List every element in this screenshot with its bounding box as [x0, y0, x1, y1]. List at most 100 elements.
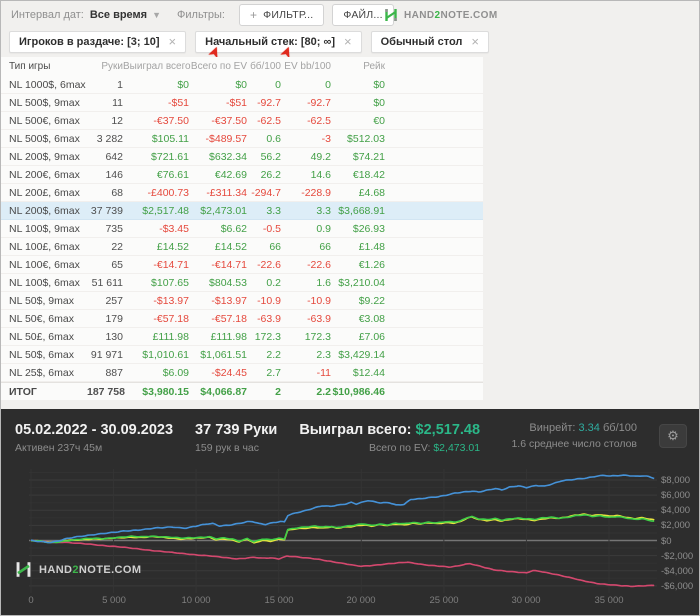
winnings-block: Выиграл всего: $2,517.48 Всего по EV: $2…: [299, 422, 480, 454]
table-cell: $6.09: [162, 366, 189, 379]
winnings-chart: $8,000 $6,000 $4,000 $2,000 $0 -$2,000 -$4,000…: [1, 469, 699, 593]
filter-chip[interactable]: Игроков в раздаче: [3; 10] ×: [9, 31, 187, 53]
table-row[interactable]: NL 200£, 6max 68 -£400.73 -£311.34 -294.7 -22…: [1, 184, 483, 202]
table-cell: 26.2: [260, 168, 281, 181]
table-cell: 0: [325, 78, 331, 91]
table-cell: -92.7: [257, 96, 281, 109]
table-row[interactable]: NL 100£, 6max 22 £14.52 £14.52 66 66 £1.48: [1, 238, 483, 256]
filter-chip-label: Обычный стол: [380, 36, 463, 48]
table-row[interactable]: NL 200$, 6max 37 739 $2,517.48 $2,473.01 3.3…: [1, 202, 483, 220]
table-row[interactable]: NL 25$, 6max 887 $6.09 -$24.45 2.7 -11 $12.44: [1, 364, 483, 382]
session-summary-panel: 05.02.2022 - 30.09.2023 Активен 237ч 45м…: [1, 409, 699, 615]
table-row[interactable]: NL 200€, 6max 146 €76.61 €42.69 26.2 14.6 €18.…: [1, 166, 483, 184]
hand2note-watermark-icon: [16, 562, 31, 577]
table-cell: -$13.97: [153, 294, 189, 307]
x-axis-tick-label: 30 000: [511, 595, 541, 606]
summary-winrate-value: 3.34: [578, 422, 600, 434]
table-cell: -£311.34: [206, 186, 247, 199]
table-cell: -0.5: [262, 222, 281, 235]
table-row[interactable]: NL 100€, 6max 65 -€14.71 -€14.71 -22.6 -22.6 €…: [1, 256, 483, 274]
table-cell: 65: [111, 258, 123, 271]
table-cell: £111.98: [152, 330, 189, 343]
table-cell: -€57.18: [211, 312, 247, 325]
table-cell: $10,986.46: [332, 385, 385, 398]
table-cell: 66: [269, 240, 281, 253]
table-cell: -€37.50: [153, 114, 189, 127]
table-cell: $2,517.48: [142, 204, 189, 217]
app-window: Интервал дат: Все время ▼ Фильтры: + ФИЛ…: [0, 0, 700, 616]
table-cell: 735: [105, 222, 123, 235]
table-cell: 0.6: [266, 132, 281, 145]
chart-settings-button[interactable]: ⚙: [659, 424, 687, 448]
table-cell: 2.7: [266, 366, 281, 379]
summary-hands: 37 739 Руки: [195, 422, 278, 438]
table-cell: $0: [177, 78, 189, 91]
table-cell: 2.2: [316, 385, 331, 398]
table-cell: 642: [105, 150, 123, 163]
table-cell: NL 1000$, 6max: [9, 78, 86, 91]
table-cell: NL 50$, 9max: [9, 294, 74, 307]
summary-hands-per-hour: 159 рук в час: [195, 442, 260, 454]
table-cell: -228.9: [301, 186, 331, 199]
table-cell: $9.22: [358, 294, 385, 307]
table-cell: 22: [111, 240, 123, 253]
date-range-value: Все время: [89, 9, 148, 21]
table-row[interactable]: NL 500$, 6max 3 282 $105.11 -$489.57 0.6 -3 $5…: [1, 130, 483, 148]
game-stats-table: Тип игры Руки Выиграл всего Всего по EV бб/1…: [1, 57, 483, 400]
table-row[interactable]: NL 1000$, 6max 1 $0 $0 0 0 $0: [1, 76, 483, 94]
table-row[interactable]: NL 200$, 9max 642 $721.61 $632.34 56.2 49.2 $7…: [1, 148, 483, 166]
table-cell: -92.7: [307, 96, 331, 109]
add-filter-button[interactable]: + ФИЛЬТР...: [238, 4, 325, 26]
winrate-block: Винрейт: 3.34 бб/100 1.6 среднее число с…: [511, 422, 637, 450]
table-row[interactable]: NL 100$, 6max 51 611 $107.65 $804.53 0.2 1.6 $…: [1, 274, 483, 292]
table-cell: $721.61: [151, 150, 189, 163]
file-button-label: ФАЙЛ...: [343, 9, 383, 21]
table-cell: NL 100£, 6max: [9, 240, 80, 253]
table-row[interactable]: NL 50£, 6max 130 £111.98 £111.98 172.3 172.3 £…: [1, 328, 483, 346]
table-cell: 66: [319, 240, 331, 253]
date-range-select[interactable]: Все время ▼: [90, 9, 161, 21]
table-cell: -$13.97: [211, 294, 247, 307]
watermark-text: HAND2NOTE.COM: [39, 563, 142, 576]
date-range-block: 05.02.2022 - 30.09.2023 Активен 237ч 45м: [15, 422, 173, 454]
chip-close-icon[interactable]: ×: [471, 35, 479, 48]
column-header: EV bb/100: [284, 61, 331, 72]
table-cell: 2.3: [316, 348, 331, 361]
table-cell: 1: [117, 78, 123, 91]
table-row[interactable]: NL 500$, 9max 11 -$51 -$51 -92.7 -92.7 $0: [1, 94, 483, 112]
x-axis-tick-label: 20 000: [346, 595, 376, 606]
table-cell: €1.26: [358, 258, 385, 271]
table-row[interactable]: NL 50$, 9max 257 -$13.97 -$13.97 -10.9 -10.9 $…: [1, 292, 483, 310]
x-axis-tick-label: 35 000: [594, 595, 624, 606]
table-cell: NL 200€, 6max: [9, 168, 80, 181]
table-cell: NL 500$, 6max: [9, 132, 80, 145]
table-cell: $0: [235, 78, 247, 91]
y-axis-tick-label: $2,000: [661, 520, 691, 531]
table-cell: 68: [111, 186, 123, 199]
table-row[interactable]: NL 50$, 6max 91 971 $1,010.61 $1,061.51 2.2 2…: [1, 346, 483, 364]
y-axis-tick-label: -$6,000: [661, 581, 694, 592]
table-cell: 3.3: [266, 204, 281, 217]
table-row[interactable]: NL 500€, 6max 12 -€37.50 -€37.50 -62.5 -62.5 €…: [1, 112, 483, 130]
chevron-down-icon: ▼: [152, 10, 162, 20]
table-cell: 179: [105, 312, 123, 325]
table-cell: $1,061.51: [200, 348, 247, 361]
filter-chip[interactable]: Обычный стол ×: [370, 31, 489, 53]
gear-icon: ⚙: [667, 428, 679, 443]
table-cell: NL 50$, 6max: [9, 348, 74, 361]
table-cell: -$51: [167, 96, 189, 109]
table-cell: -$51: [225, 96, 247, 109]
table-row[interactable]: NL 100$, 9max 735 -$3.45 $6.62 -0.5 0.9 $26.93: [1, 220, 483, 238]
chip-close-icon[interactable]: ×: [169, 35, 177, 48]
chip-close-icon[interactable]: ×: [344, 35, 352, 48]
table-cell: 130: [105, 330, 123, 343]
table-header-row: Тип игры Руки Выиграл всего Всего по EV бб/1…: [1, 57, 483, 76]
column-header: Руки: [101, 61, 123, 72]
summary-ev-line: Всего по EV: $2,473.01: [368, 442, 481, 454]
y-axis-tick-label: $8,000: [661, 475, 691, 486]
table-row[interactable]: NL 50€, 6max 179 -€57.18 -€57.18 -63.9 -63.9 €…: [1, 310, 483, 328]
table-cell: 51 611: [91, 276, 123, 289]
summary-ev-value: $2,473.01: [433, 442, 481, 454]
column-header: бб/100: [250, 61, 281, 72]
table-cell: $3,980.15: [142, 385, 189, 398]
